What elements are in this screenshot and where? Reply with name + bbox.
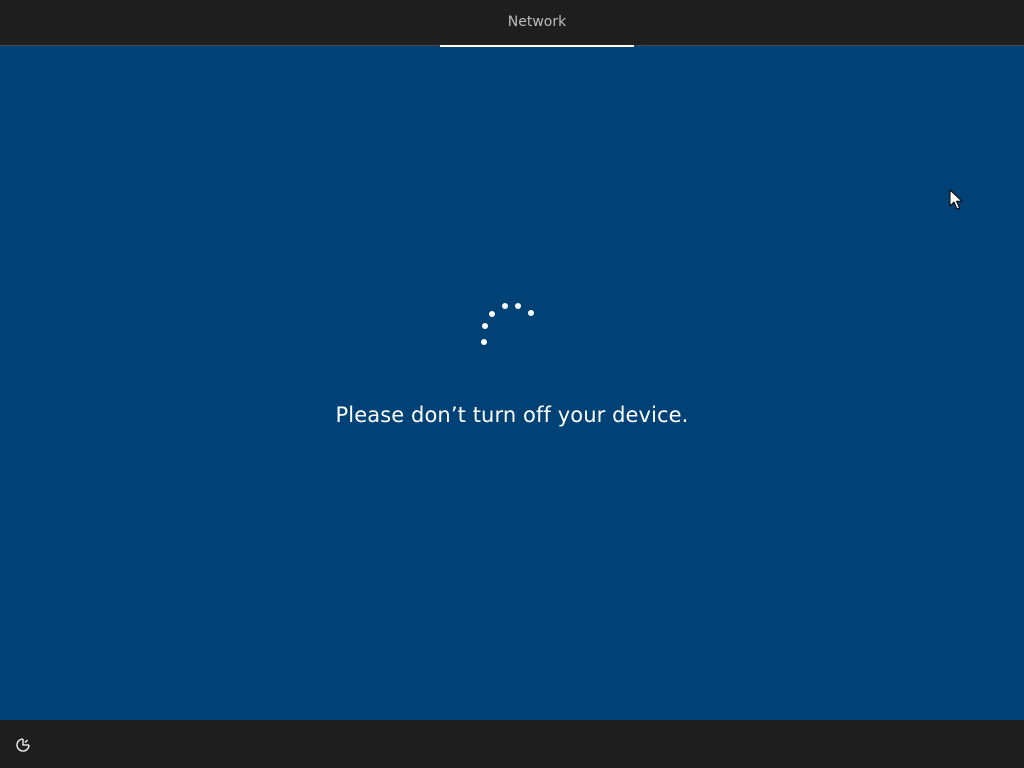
mouse-pointer-icon	[949, 189, 963, 210]
bottom-bar	[0, 720, 1024, 768]
tab-network-label: Network	[507, 14, 567, 30]
ease-of-access-button[interactable]	[12, 734, 34, 756]
tab-network[interactable]: Network	[440, 0, 634, 47]
status-message: Please don’t turn off your device.	[335, 403, 689, 427]
ease-of-access-icon	[16, 738, 30, 752]
main-content: Please don’t turn off your device.	[0, 47, 1024, 720]
loading-spinner-icon	[481, 303, 534, 345]
top-bar: Network	[0, 0, 1024, 47]
